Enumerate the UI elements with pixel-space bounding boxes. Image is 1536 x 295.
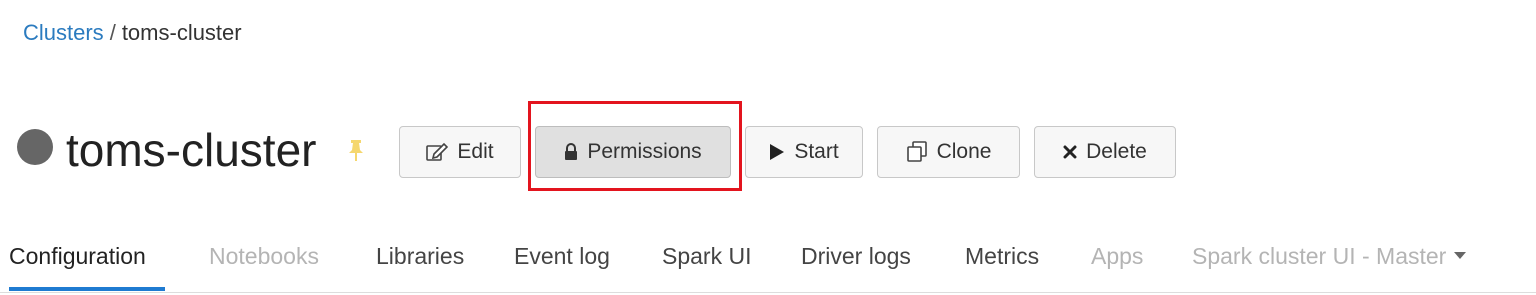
delete-button-label: Delete — [1086, 140, 1147, 163]
close-icon — [1063, 145, 1077, 159]
breadcrumb-current: toms-cluster — [121, 20, 242, 45]
tab-event-log[interactable]: Event log — [514, 240, 610, 272]
edit-button-label: Edit — [457, 140, 494, 163]
start-button[interactable]: Start — [745, 126, 863, 178]
tab-driver-logs[interactable]: Driver logs — [801, 240, 911, 272]
tab-notebooks[interactable]: Notebooks — [209, 240, 319, 272]
delete-button[interactable]: Delete — [1034, 126, 1176, 178]
permissions-highlight-box — [528, 101, 742, 191]
tab-metrics[interactable]: Metrics — [965, 240, 1039, 272]
copy-icon — [906, 141, 928, 163]
clone-button-label: Clone — [936, 140, 992, 163]
cluster-page: Clusters / toms-cluster toms-cluster Edit … — [0, 0, 1536, 295]
cluster-tabs: Configuration Notebooks Libraries Event … — [0, 236, 1536, 293]
page-title: toms-cluster — [66, 124, 317, 176]
tab-spark-cluster-ui-label: Spark cluster UI - Master — [1192, 243, 1447, 269]
chevron-down-icon — [1454, 252, 1467, 260]
tab-configuration[interactable]: Configuration — [9, 240, 146, 272]
tab-libraries[interactable]: Libraries — [376, 240, 464, 272]
cluster-status-indicator — [17, 129, 53, 165]
pin-icon[interactable] — [345, 139, 367, 163]
tab-spark-cluster-ui-master[interactable]: Spark cluster UI - Master — [1192, 240, 1467, 272]
tab-apps[interactable]: Apps — [1091, 240, 1143, 272]
tab-spark-ui[interactable]: Spark UI — [662, 240, 751, 272]
breadcrumb-clusters-link[interactable]: Clusters — [23, 20, 104, 45]
start-button-label: Start — [794, 140, 839, 163]
edit-button[interactable]: Edit — [399, 126, 521, 178]
play-icon — [769, 143, 785, 161]
edit-icon — [426, 142, 449, 162]
clone-button[interactable]: Clone — [877, 126, 1020, 178]
breadcrumb: Clusters / toms-cluster — [23, 18, 242, 48]
active-tab-indicator — [9, 287, 165, 291]
breadcrumb-separator: / — [109, 20, 116, 45]
